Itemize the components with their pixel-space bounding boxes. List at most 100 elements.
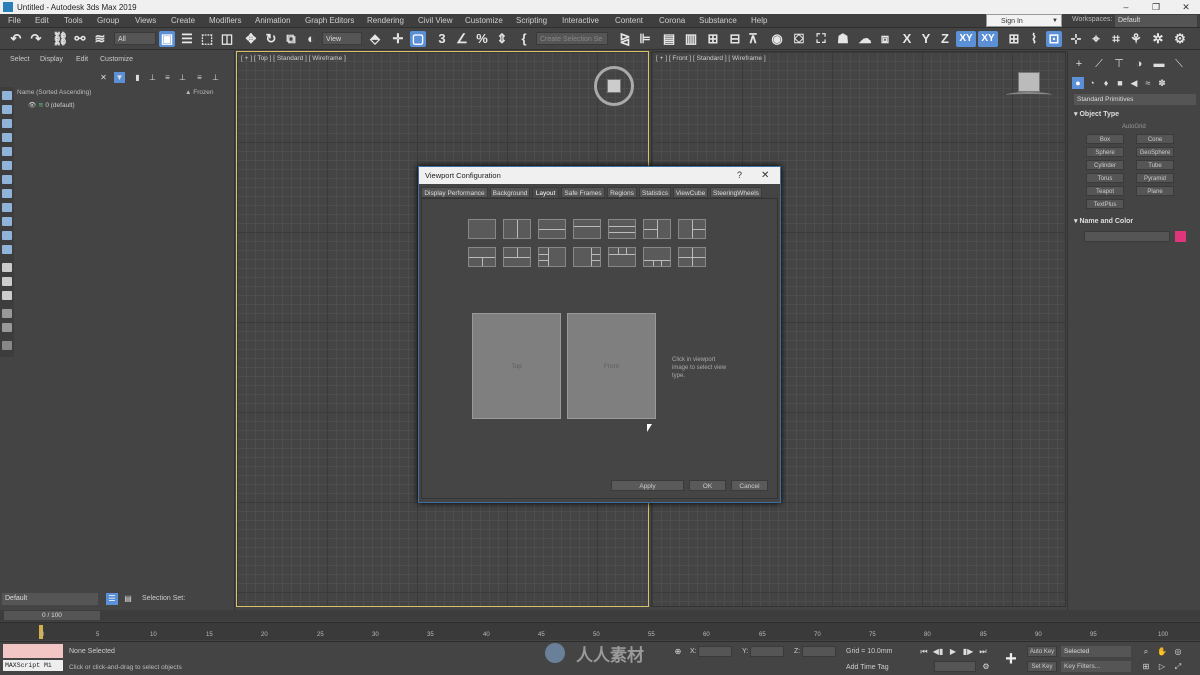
- filter-cameras-icon[interactable]: [2, 133, 12, 142]
- goto-end-icon[interactable]: ⏭: [977, 646, 989, 658]
- tab-safe-frames[interactable]: Safe Frames: [561, 187, 605, 198]
- layout-four-right[interactable]: [573, 247, 601, 267]
- layout-three-right[interactable]: [678, 219, 706, 239]
- tab-steeringwheels[interactable]: SteeringWheels: [710, 187, 762, 198]
- play-icon[interactable]: ▶: [947, 646, 959, 658]
- pan-icon[interactable]: ✋: [1156, 646, 1168, 658]
- freeform-icon[interactable]: ⌗: [1108, 31, 1124, 47]
- ribbon-icon[interactable]: ⊞: [705, 31, 721, 47]
- tree-icon[interactable]: ⚘: [1128, 31, 1144, 47]
- menu-tools[interactable]: Tools: [64, 16, 83, 25]
- toggle-icon[interactable]: [2, 341, 12, 350]
- maximize-viewport-icon[interactable]: ⤢: [1172, 661, 1184, 673]
- options-icon[interactable]: [2, 309, 12, 318]
- viewport-top-label[interactable]: [ + ] [ Top ] [ Standard ] [ Wireframe ]: [241, 55, 346, 62]
- filter-shapes-icon[interactable]: [2, 105, 12, 114]
- tab-statistics[interactable]: Statistics: [639, 187, 671, 198]
- spinner-snap-icon[interactable]: ⇕: [494, 31, 510, 47]
- layer-toggle-icon[interactable]: ▤: [122, 593, 134, 605]
- curve-editor-icon[interactable]: ⊟: [727, 31, 743, 47]
- menu-customize[interactable]: Customize: [465, 16, 503, 25]
- percent-snap-icon[interactable]: %: [474, 31, 490, 47]
- menu-rendering[interactable]: Rendering: [367, 16, 404, 25]
- filter-bones-icon[interactable]: [2, 203, 12, 212]
- viewport-front-label[interactable]: [ + ] [ Front ] [ Standard ] [ Wireframe…: [656, 55, 766, 62]
- systems-icon[interactable]: ✽: [1156, 77, 1168, 89]
- plane-button[interactable]: Plane: [1136, 186, 1174, 196]
- filter-lights-icon[interactable]: [2, 119, 12, 128]
- menu-content[interactable]: Content: [615, 16, 643, 25]
- motion-tab-icon[interactable]: ◑: [1132, 57, 1146, 71]
- tab-layout[interactable]: Layout: [532, 187, 559, 198]
- autogrid-checkbox[interactable]: AutoGrid: [1122, 124, 1146, 130]
- schematic-view-icon[interactable]: ⊼: [745, 31, 761, 47]
- layout-four-bottom[interactable]: [643, 247, 671, 267]
- scene-explorer-icon[interactable]: ▤: [661, 31, 677, 47]
- redo-icon[interactable]: ↷: [28, 31, 44, 47]
- current-frame-field[interactable]: [934, 661, 976, 672]
- pin-icon[interactable]: ⊹: [1068, 31, 1084, 47]
- close-button[interactable]: ✕: [1172, 0, 1200, 14]
- column-name[interactable]: Name (Sorted Ascending): [17, 89, 91, 96]
- goto-start-icon[interactable]: ⏮: [918, 646, 930, 658]
- axis-z-button[interactable]: Z: [937, 31, 953, 47]
- object-type-rollout[interactable]: ▾ Object Type: [1074, 109, 1196, 120]
- explorer-tab-customize[interactable]: Customize: [100, 56, 133, 63]
- layer-add-icon[interactable]: ⊥: [210, 72, 221, 83]
- clear-search-icon[interactable]: ✕: [98, 72, 109, 83]
- menu-create[interactable]: Create: [171, 16, 195, 25]
- placement-icon[interactable]: ◐: [303, 31, 319, 47]
- menu-views[interactable]: Views: [135, 16, 156, 25]
- material-editor-icon[interactable]: ◉: [769, 31, 785, 47]
- maxscript-listener-input[interactable]: [3, 644, 63, 658]
- preview-viewport-left[interactable]: Top: [472, 313, 561, 419]
- isolate-selection-icon[interactable]: ⊕: [672, 646, 684, 658]
- maximize-button[interactable]: ❐: [1142, 0, 1170, 14]
- workspace-select[interactable]: Default: [1115, 15, 1197, 27]
- dialog-close-button[interactable]: ✕: [761, 167, 769, 184]
- rotate-icon[interactable]: ↻: [263, 31, 279, 47]
- preview-viewport-right[interactable]: Front: [567, 313, 656, 419]
- tab-display-performance[interactable]: Display Performance: [421, 187, 488, 198]
- filter-hidden-icon[interactable]: [2, 245, 12, 254]
- named-selection-dropdown[interactable]: Create Selection Se: [536, 32, 608, 45]
- tree-item-default-layer[interactable]: 👁 ≋ 0 (default): [28, 101, 75, 109]
- auto-key-button[interactable]: Auto Key: [1027, 646, 1057, 657]
- spacewarps-icon[interactable]: ≈: [1142, 77, 1154, 89]
- select-manipulate-icon[interactable]: ✛: [390, 31, 406, 47]
- layout-two-horizontal-b[interactable]: [573, 219, 601, 239]
- name-color-rollout[interactable]: ▾ Name and Color: [1074, 216, 1196, 227]
- filter-groups-icon[interactable]: [2, 175, 12, 184]
- filter-geometry-icon[interactable]: [2, 91, 12, 100]
- display-tab-icon[interactable]: ▬: [1152, 57, 1166, 71]
- angle-snap-icon[interactable]: ∠: [454, 31, 470, 47]
- filter-helpers-icon[interactable]: [2, 147, 12, 156]
- move-icon[interactable]: ✥: [243, 31, 259, 47]
- key-selection-dropdown[interactable]: Selected: [1061, 646, 1131, 657]
- axis-xy-button[interactable]: XY: [956, 31, 976, 47]
- settings-icon[interactable]: ⚙: [1172, 31, 1188, 47]
- object-name-field[interactable]: [1084, 231, 1170, 242]
- timeline[interactable]: 0 5 10 15 20 25 30 35 40 45 50 55 60 65 …: [0, 622, 1200, 640]
- orbit-icon[interactable]: ◎: [1172, 646, 1184, 658]
- display-none-icon[interactable]: [2, 277, 12, 286]
- next-frame-icon[interactable]: ▮▶: [962, 646, 974, 658]
- layout-three-horizontal[interactable]: [608, 219, 636, 239]
- frame-counter[interactable]: 0 / 100: [4, 611, 100, 620]
- sign-in-dropdown[interactable]: Sign In ▼: [986, 14, 1062, 27]
- display-invert-icon[interactable]: [2, 291, 12, 300]
- lights-icon[interactable]: ♦: [1100, 77, 1112, 89]
- pivot-center-icon[interactable]: ⬘: [367, 31, 383, 47]
- cone-button[interactable]: Cone: [1136, 134, 1174, 144]
- snap-mode-icon[interactable]: ⊡: [1046, 31, 1062, 47]
- filter-containers-icon[interactable]: [2, 217, 12, 226]
- menu-help[interactable]: Help: [751, 16, 767, 25]
- unlink-icon[interactable]: ⚯: [72, 31, 88, 47]
- viewcube-front[interactable]: [1018, 72, 1040, 92]
- menu-scripting[interactable]: Scripting: [516, 16, 547, 25]
- apply-button[interactable]: Apply: [611, 480, 684, 491]
- frame-slider[interactable]: 0 / 100: [0, 610, 1200, 621]
- eye-icon[interactable]: 👁: [28, 102, 36, 109]
- coord-y-field[interactable]: [750, 646, 784, 657]
- select-object-icon[interactable]: ▣: [159, 31, 175, 47]
